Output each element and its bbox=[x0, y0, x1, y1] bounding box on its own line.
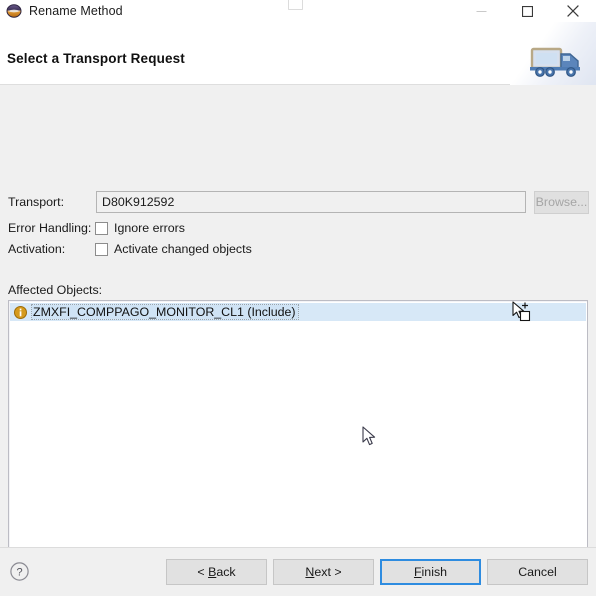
dialog-body: Transport: Browse... Error Handling: Ign… bbox=[0, 85, 596, 575]
affected-objects-label: Affected Objects: bbox=[8, 283, 103, 297]
title-bar: Rename Method bbox=[0, 0, 596, 22]
ignore-errors-checkbox-row[interactable]: Ignore errors bbox=[95, 221, 185, 235]
activation-label: Activation: bbox=[8, 242, 66, 256]
ignore-errors-checkbox[interactable] bbox=[95, 221, 108, 235]
affected-objects-list[interactable]: ZMXFI_COMPPAGO_MONITOR_CL1 (Include) bbox=[8, 300, 588, 575]
list-item-label: ZMXFI_COMPPAGO_MONITOR_CL1 (Include) bbox=[31, 304, 299, 320]
svg-text:?: ? bbox=[16, 567, 22, 579]
cancel-button-label: Cancel bbox=[518, 565, 557, 579]
error-handling-label: Error Handling: bbox=[8, 221, 92, 235]
next-button[interactable]: Next > bbox=[273, 559, 374, 585]
finish-button-label: Finish bbox=[413, 565, 448, 579]
transport-label: Transport: bbox=[8, 195, 65, 209]
help-button[interactable]: ? bbox=[10, 562, 29, 581]
close-button[interactable] bbox=[550, 0, 596, 22]
transport-truck-icon bbox=[530, 46, 585, 81]
error-handling-label-row: Error Handling: bbox=[8, 221, 91, 235]
dialog-header: Select a Transport Request bbox=[0, 22, 596, 85]
rename-method-dialog: Rename Method Select a Transport Request… bbox=[0, 0, 596, 596]
eclipse-sphere-icon bbox=[6, 3, 22, 19]
transport-label-row: Transport: bbox=[8, 195, 64, 209]
list-item[interactable]: ZMXFI_COMPPAGO_MONITOR_CL1 (Include) bbox=[10, 303, 586, 321]
window-controls bbox=[458, 0, 596, 22]
activate-changed-objects-checkbox[interactable] bbox=[95, 242, 108, 256]
title-bar-artifact bbox=[288, 0, 303, 10]
footer-button-bar: < Back Next > Finish Cancel bbox=[166, 559, 588, 585]
minimize-button[interactable] bbox=[458, 0, 504, 22]
back-button[interactable]: < Back bbox=[166, 559, 267, 585]
back-button-label: < Back bbox=[197, 565, 236, 579]
window-title: Rename Method bbox=[29, 4, 123, 18]
activate-changed-objects-checkbox-row[interactable]: Activate changed objects bbox=[95, 242, 252, 256]
next-button-label: Next > bbox=[305, 565, 342, 579]
activate-changed-objects-label: Activate changed objects bbox=[114, 242, 252, 256]
dialog-footer: ? < Back Next > Finish Cancel bbox=[0, 547, 596, 596]
maximize-button[interactable] bbox=[504, 0, 550, 22]
browse-button[interactable]: Browse... bbox=[534, 191, 589, 214]
finish-button[interactable]: Finish bbox=[380, 559, 481, 585]
page-title: Select a Transport Request bbox=[7, 51, 185, 66]
transport-input[interactable] bbox=[96, 191, 526, 213]
activation-label-row: Activation: bbox=[8, 242, 65, 256]
info-icon bbox=[14, 305, 27, 319]
cancel-button[interactable]: Cancel bbox=[487, 559, 588, 585]
ignore-errors-label: Ignore errors bbox=[114, 221, 185, 235]
